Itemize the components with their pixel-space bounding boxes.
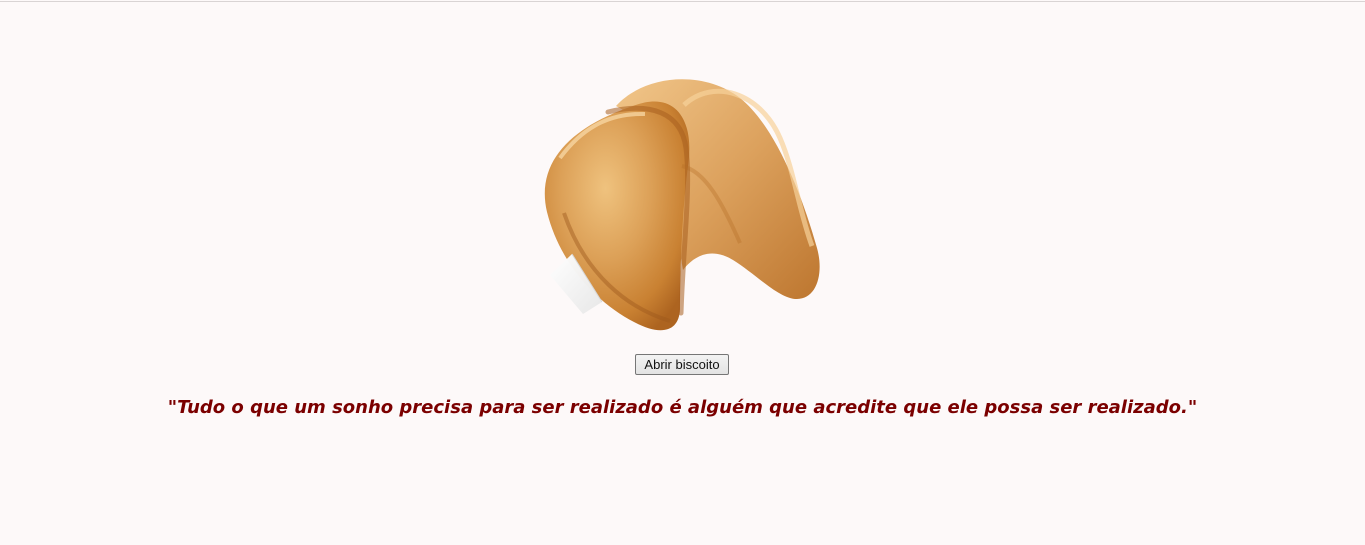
fortune-message: "Tudo o que um sonho precisa para ser re… — [167, 397, 1198, 418]
fortune-cookie-page: Abrir biscoito "Tudo o que um sonho prec… — [0, 0, 1365, 545]
fortune-cookie-image — [542, 70, 824, 335]
open-cookie-button[interactable]: Abrir biscoito — [635, 354, 729, 375]
